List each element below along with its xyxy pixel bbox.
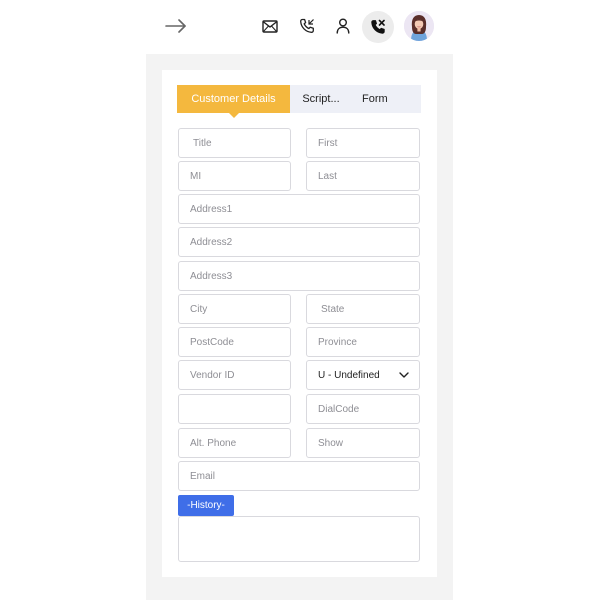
history-button[interactable]: -History-	[178, 495, 234, 516]
dialcode-placeholder: DialCode	[318, 403, 360, 415]
email-placeholder: Email	[190, 470, 216, 482]
last-name-field[interactable]: Last	[306, 161, 420, 191]
tab-customer-details[interactable]: Customer Details	[177, 85, 290, 118]
postcode-placeholder: PostCode	[190, 336, 234, 348]
address2-placeholder: Address2	[190, 236, 233, 248]
gender-select[interactable]: U - Undefined	[306, 360, 420, 390]
tab-script[interactable]: Script...	[290, 85, 352, 113]
arrow-right-icon[interactable]	[162, 12, 190, 40]
province-placeholder: Province	[318, 336, 357, 348]
state-placeholder: State	[321, 303, 345, 315]
tab-label: Form	[362, 93, 388, 105]
user-icon[interactable]	[331, 14, 355, 38]
tab-label: Customer Details	[191, 93, 276, 105]
top-toolbar	[0, 0, 600, 54]
gender-select-value: U - Undefined	[318, 369, 380, 381]
address2-field[interactable]: Address2	[178, 227, 420, 257]
history-textarea[interactable]	[178, 516, 420, 562]
title-placeholder: Title	[193, 137, 212, 149]
city-placeholder: City	[190, 303, 208, 315]
alt-phone-placeholder: Alt. Phone	[190, 437, 237, 449]
alt-phone-field[interactable]: Alt. Phone	[178, 428, 291, 458]
avatar[interactable]	[404, 11, 434, 41]
postcode-field[interactable]: PostCode	[178, 327, 291, 357]
first-name-placeholder: First	[318, 137, 338, 149]
title-field[interactable]: Title	[178, 128, 291, 158]
first-name-field[interactable]: First	[306, 128, 420, 158]
phone-field[interactable]	[178, 394, 291, 424]
phone-incoming-icon[interactable]	[295, 14, 319, 38]
dialcode-field[interactable]: DialCode	[306, 394, 420, 424]
address3-field[interactable]: Address3	[178, 261, 420, 291]
address1-field[interactable]: Address1	[178, 194, 420, 224]
tab-label: Script...	[302, 93, 340, 105]
mail-icon[interactable]	[258, 14, 282, 38]
history-button-label: -History-	[187, 500, 225, 511]
vendor-id-placeholder: Vendor ID	[190, 369, 235, 381]
state-field[interactable]: State	[306, 294, 420, 324]
show-field[interactable]: Show	[306, 428, 420, 458]
province-field[interactable]: Province	[306, 327, 420, 357]
middle-initial-field[interactable]: MI	[178, 161, 291, 191]
email-field[interactable]: Email	[178, 461, 420, 491]
last-name-placeholder: Last	[318, 170, 337, 182]
address3-placeholder: Address3	[190, 270, 233, 282]
chevron-down-icon	[399, 370, 409, 381]
city-field[interactable]: City	[178, 294, 291, 324]
middle-initial-placeholder: MI	[190, 170, 202, 182]
call-end-icon[interactable]	[362, 11, 394, 43]
vendor-id-field[interactable]: Vendor ID	[178, 360, 291, 390]
show-placeholder: Show	[318, 437, 344, 449]
tab-bar: Customer Details Script... Form	[177, 85, 421, 118]
tab-form[interactable]: Form	[352, 85, 402, 113]
address1-placeholder: Address1	[190, 203, 233, 215]
